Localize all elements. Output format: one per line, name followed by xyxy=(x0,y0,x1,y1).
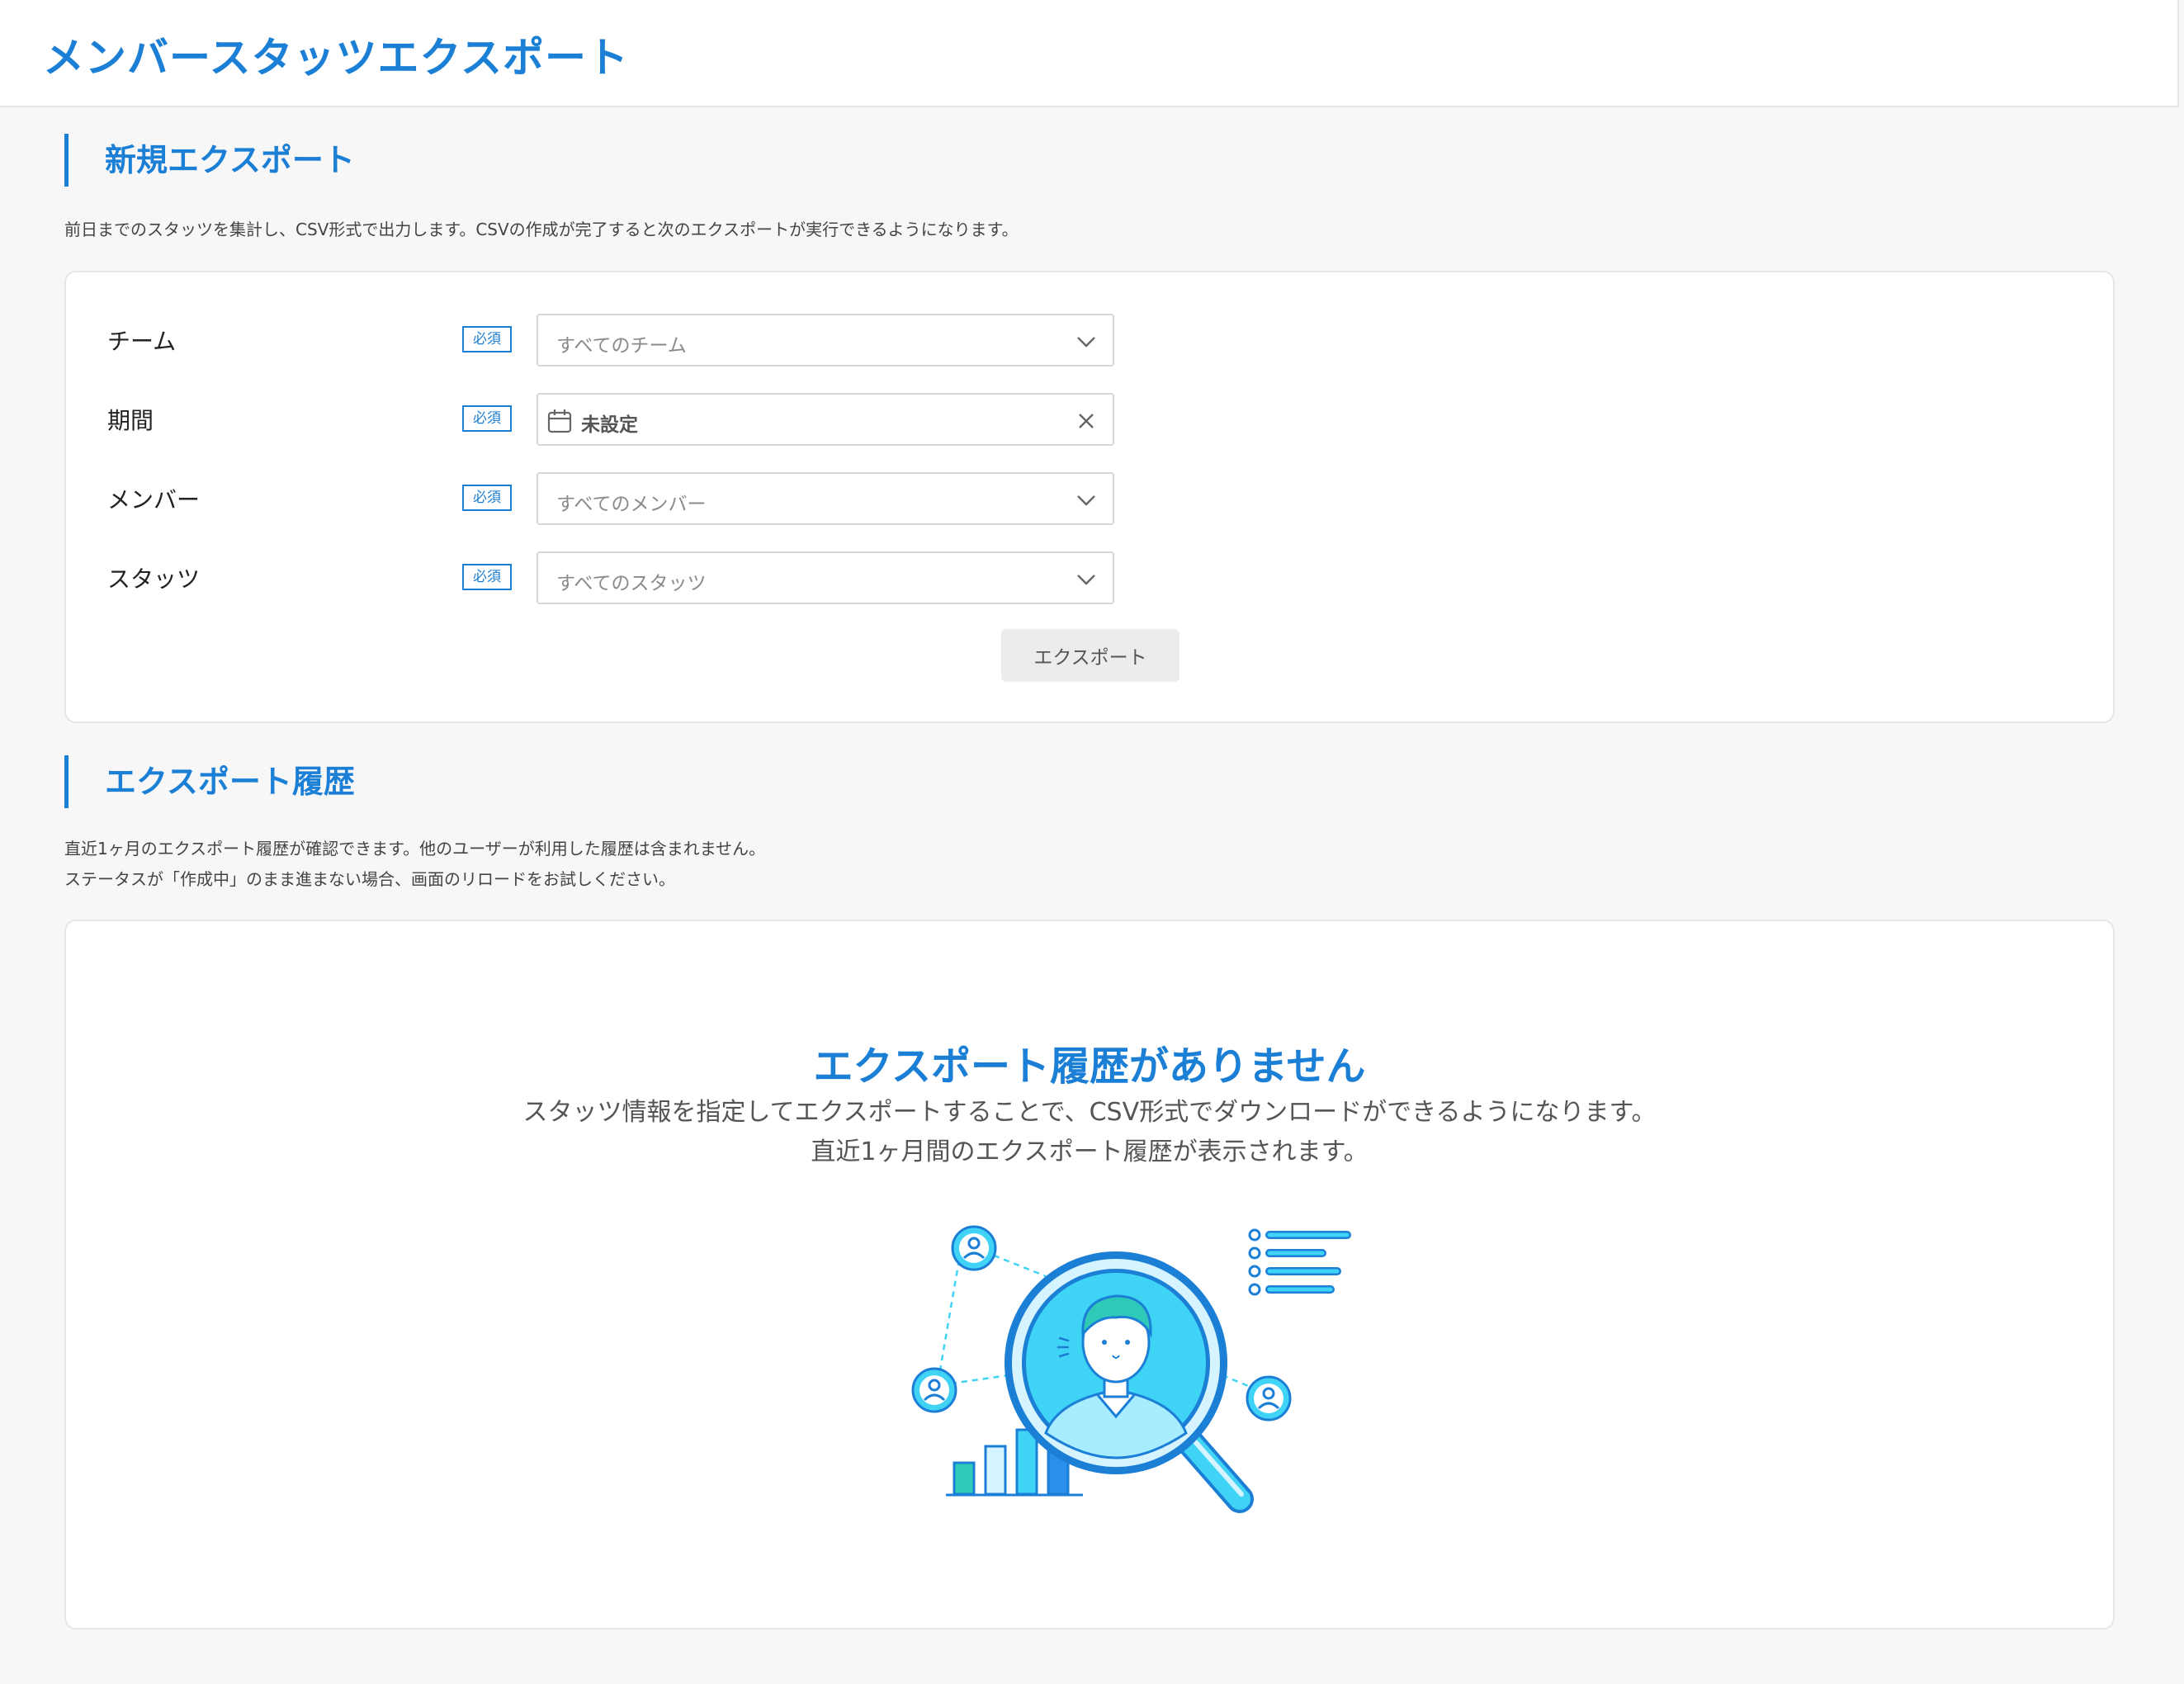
team-row: チーム 必須 すべてのチーム xyxy=(107,314,1139,367)
chevron-down-icon xyxy=(1077,337,1095,348)
list-icon xyxy=(1248,1228,1351,1296)
chevron-down-icon xyxy=(1077,495,1095,506)
member-label: メンバー xyxy=(107,486,201,513)
required-badge: 必須 xyxy=(462,326,512,352)
stats-row: スタッツ 必須 すべてのスタッツ xyxy=(107,551,1139,604)
history-description: 直近1ヶ月のエクスポート履歴が確認できます。他のユーザーが利用した履歴は含まれま… xyxy=(64,834,765,895)
required-badge: 必須 xyxy=(462,405,512,432)
empty-state-text-line2: 直近1ヶ月間のエクスポート履歴が表示されます。 xyxy=(811,1138,1369,1166)
member-row: メンバー 必須 すべてのメンバー xyxy=(107,472,1139,525)
calendar-icon xyxy=(547,409,572,433)
user-avatar-icon xyxy=(911,1367,957,1413)
required-badge: 必須 xyxy=(462,485,512,511)
user-avatar-icon xyxy=(1246,1375,1292,1421)
empty-state-text-line1: スタッツ情報を指定してエクスポートすることで、CSV形式でダウンロードができるよ… xyxy=(522,1098,1657,1127)
period-date-picker[interactable]: 未設定 xyxy=(537,393,1114,446)
stats-select-placeholder: すべてのスタッツ xyxy=(556,573,707,594)
team-select-placeholder: すべてのチーム xyxy=(556,335,687,357)
page-header: メンバースタッツエクスポート xyxy=(0,0,2179,107)
user-avatar-icon xyxy=(951,1225,997,1271)
history-description-line1: 直近1ヶ月のエクスポート履歴が確認できます。他のユーザーが利用した履歴は含まれま… xyxy=(64,839,766,859)
history-heading: エクスポート履歴 xyxy=(64,755,355,808)
empty-state-title: エクスポート履歴がありません xyxy=(813,1043,1366,1090)
history-description-line2: ステータスが「作成中」のまま進まない場合、画面のリロードをお試しください。 xyxy=(64,869,675,889)
required-badge: 必須 xyxy=(462,564,512,590)
period-row: 期間 必須 未設定 xyxy=(107,393,1139,446)
team-select[interactable]: すべてのチーム xyxy=(537,314,1114,367)
page-title: メンバースタッツエクスポート xyxy=(43,34,629,82)
new-export-description: 前日までのスタッツを集計し、CSV形式で出力します。CSVの作成が完了すると次の… xyxy=(64,220,1019,239)
member-select[interactable]: すべてのメンバー xyxy=(537,472,1114,525)
chevron-down-icon xyxy=(1077,575,1095,585)
period-label: 期間 xyxy=(107,407,154,434)
history-card: エクスポート履歴がありません スタッツ情報を指定してエクスポートすることで、CS… xyxy=(64,920,2115,1630)
new-export-heading: 新規エクスポート xyxy=(64,134,355,187)
member-select-placeholder: すべてのメンバー xyxy=(556,494,707,515)
new-export-card: チーム 必須 すべてのチーム 期間 必須 未設定 メンバー 必須 すべてのメンバ… xyxy=(64,271,2115,723)
stats-select[interactable]: すべてのスタッツ xyxy=(537,551,1114,604)
stats-label: スタッツ xyxy=(107,565,201,593)
magnifier-illustration xyxy=(911,1225,1351,1513)
export-button[interactable]: エクスポート xyxy=(1001,629,1179,682)
period-value: 未設定 xyxy=(581,414,638,436)
close-icon[interactable] xyxy=(1075,409,1098,433)
team-label: チーム xyxy=(107,328,177,355)
